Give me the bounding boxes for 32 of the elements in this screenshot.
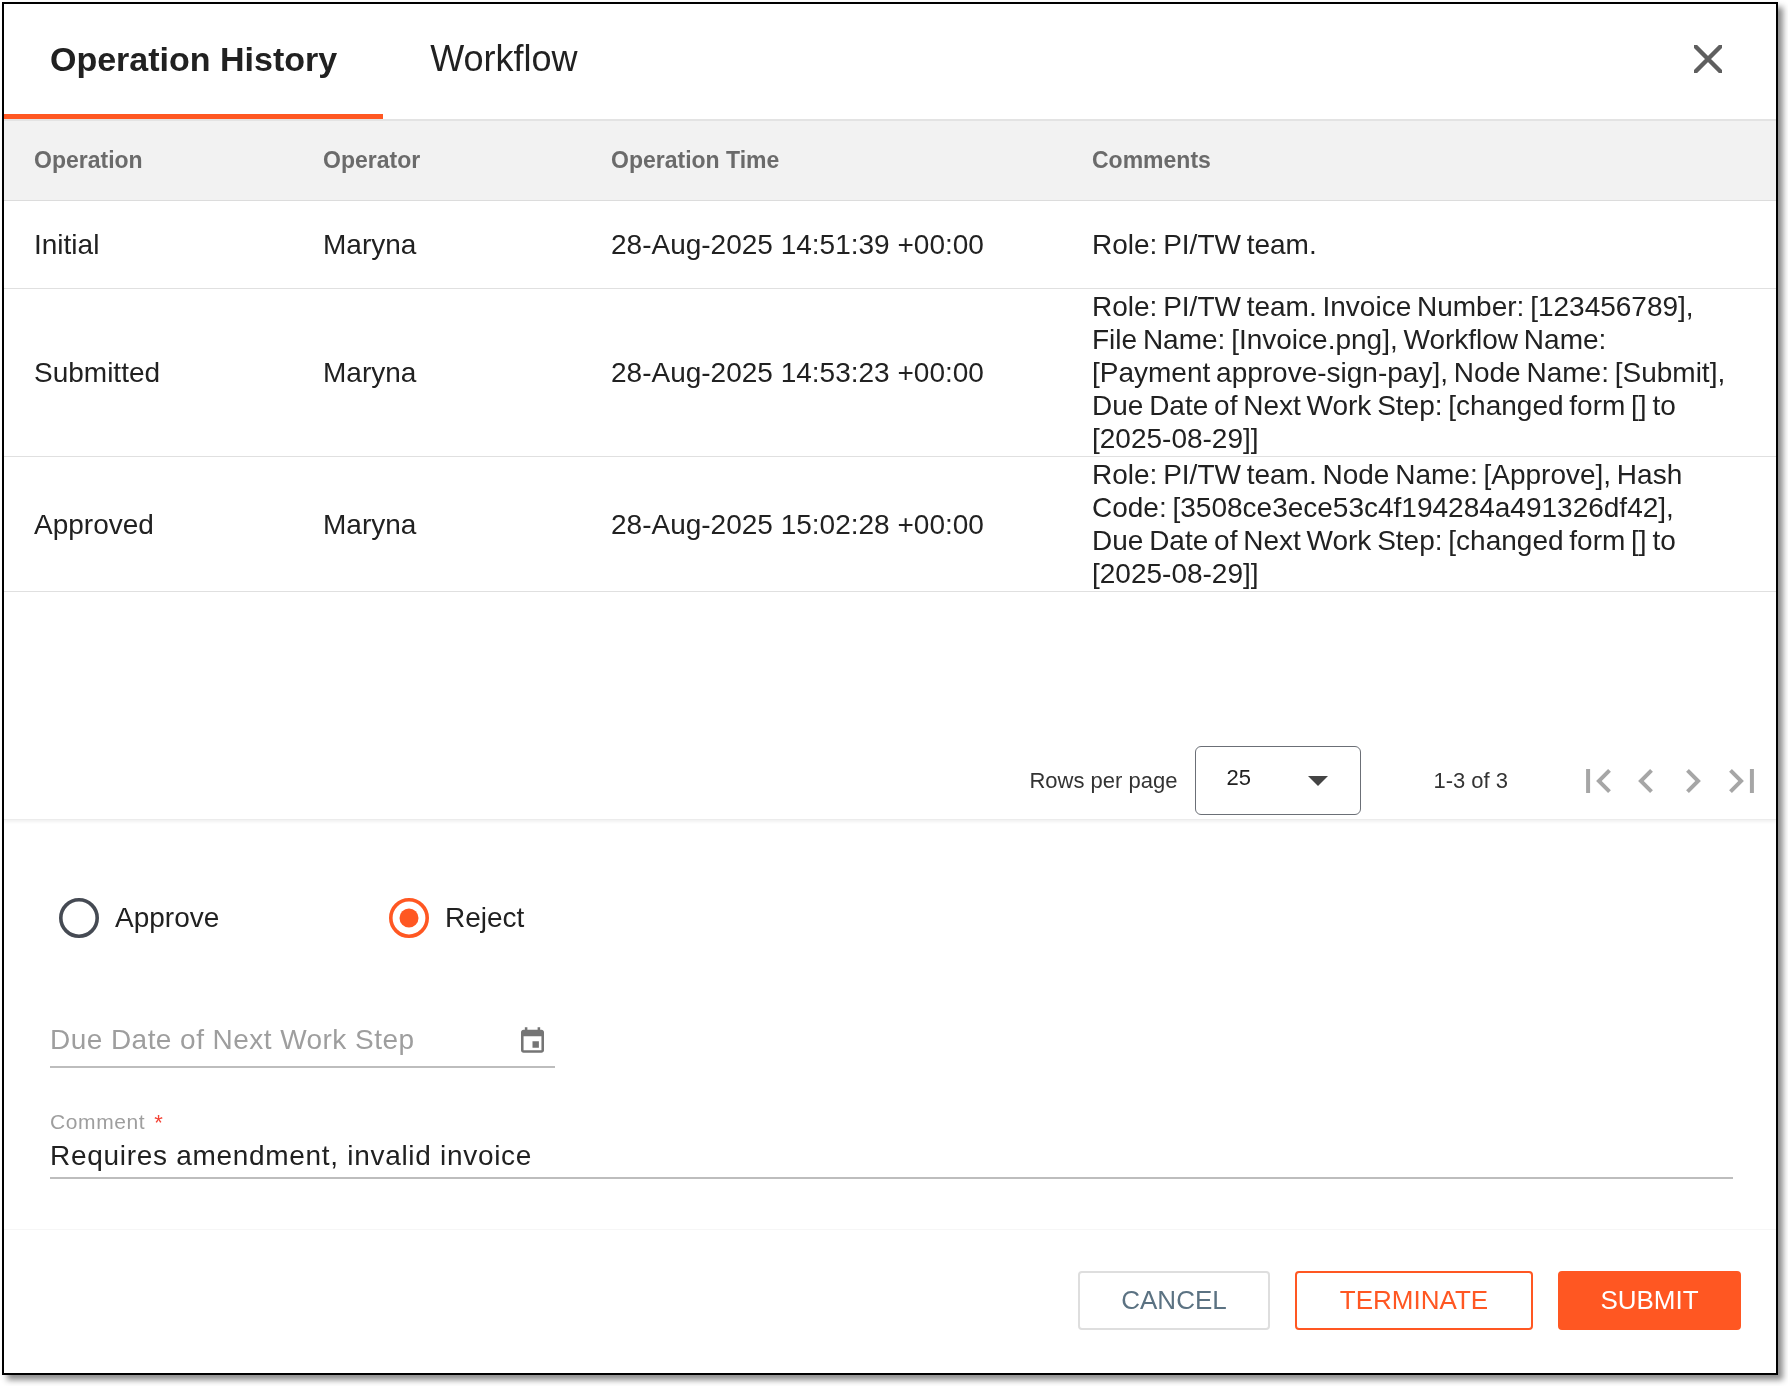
comment-field[interactable]: Requires amendment, invalid invoice <box>50 1134 1733 1179</box>
table-cell-text: Role: PI/TW team. <box>1091 228 1318 261</box>
table-cell-text: 28-Aug-2025 14:51:39 +00:00 <box>610 228 985 261</box>
table-cell-text: Role: PI/TW team. Invoice Number: [123456789], File Name: [Invoice.png], Workflow Name: [Payment approve-sign-pay], Node Name: [Submit], Due Date of Next Work Step: [changed form [] to [2025-08-29]] <box>1091 290 1727 455</box>
calendar-icon[interactable] <box>521 1027 544 1053</box>
table-cell-text: Approved <box>33 507 155 541</box>
table-cell-text: 28-Aug-2025 14:53:23 +00:00 <box>610 356 985 389</box>
table-cell-text: Submitted <box>33 356 162 389</box>
column-header: Operator <box>322 146 422 176</box>
column-header: Operation <box>33 146 144 176</box>
column-header: Comments <box>1091 146 1212 176</box>
table-cell-text: Role: PI/TW team. Node Name: [Approve], Hash Code: [3508ce3ece53c4f194284a491326df42], Due Date of Next Work Step: [changed form [] to [2025-08-29]] <box>1091 458 1684 590</box>
table-cell-text: 28-Aug-2025 15:02:28 +00:00 <box>610 507 985 541</box>
radio-label[interactable]: Approve <box>115 897 220 939</box>
tab[interactable]: Workflow <box>383 4 625 119</box>
table-cell-text: Initial <box>33 228 101 261</box>
due-date-field[interactable]: Due Date of Next Work Step <box>50 1018 555 1068</box>
rows-per-page-label: Rows per page <box>1029 767 1178 795</box>
rows-per-page-select[interactable]: 25 <box>1195 746 1362 815</box>
page-range-text: 1-3 of 3 <box>1433 767 1508 795</box>
required-mark: * <box>154 1108 163 1137</box>
cancel-button[interactable]: CANCEL <box>1078 1271 1270 1330</box>
table-cell-text: Maryna <box>322 356 418 389</box>
column-header: Operation Time <box>610 146 781 176</box>
comment-label: Comment <box>50 1109 146 1136</box>
caret-icon <box>1308 775 1329 786</box>
table-cell-text: Maryna <box>322 507 418 541</box>
radio-button[interactable] <box>389 898 429 938</box>
close-icon[interactable] <box>1694 44 1722 73</box>
radio-button[interactable] <box>59 898 99 938</box>
table-cell-text: Maryna <box>322 228 418 261</box>
radio-label[interactable]: Reject <box>445 897 525 939</box>
